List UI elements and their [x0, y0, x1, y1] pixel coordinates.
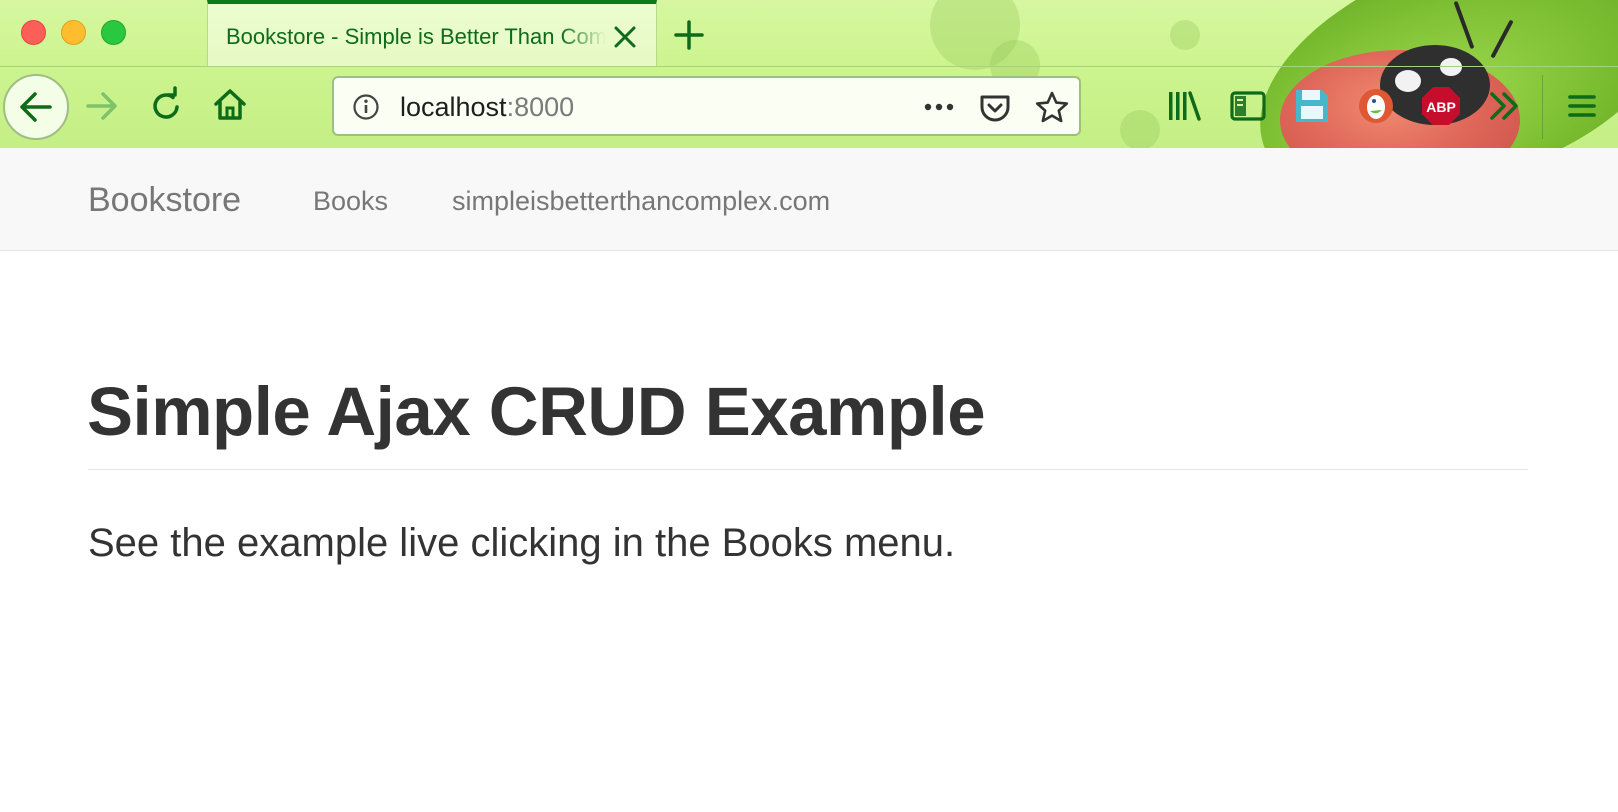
- page-title: Simple Ajax CRUD Example: [87, 373, 986, 450]
- save-icon[interactable]: [1292, 86, 1332, 126]
- tab-active[interactable]: Bookstore - Simple is Better Than Comple…: [207, 0, 657, 66]
- url-port: :8000: [506, 92, 575, 122]
- url-text[interactable]: localhost:8000: [400, 92, 574, 122]
- bookmark-star-icon[interactable]: [1034, 90, 1070, 126]
- toolbar-separator: [1542, 75, 1543, 139]
- nav-toolbar: localhost:8000 ABP: [0, 66, 1618, 148]
- library-icon[interactable]: [1164, 86, 1204, 126]
- menu-icon[interactable]: [1562, 86, 1602, 126]
- page-actions-icon[interactable]: [922, 94, 956, 120]
- new-tab-icon[interactable]: [672, 18, 706, 52]
- site-info-icon[interactable]: [352, 93, 380, 121]
- zoom-window-button[interactable]: [101, 20, 126, 45]
- theme-bubble: [1170, 20, 1200, 50]
- navbar-brand[interactable]: Bookstore: [88, 180, 241, 220]
- close-icon[interactable]: [612, 24, 638, 50]
- pocket-icon[interactable]: [978, 91, 1012, 125]
- minimize-window-button[interactable]: [61, 20, 86, 45]
- address-bar[interactable]: localhost:8000: [332, 76, 1081, 136]
- sidebar-icon[interactable]: [1228, 86, 1268, 126]
- close-window-button[interactable]: [21, 20, 46, 45]
- tab-title: Bookstore - Simple is Better Than Comple…: [226, 24, 606, 49]
- forward-arrow-icon[interactable]: [82, 86, 122, 126]
- back-arrow-icon[interactable]: [3, 74, 69, 140]
- nav-link-books[interactable]: Books: [313, 185, 388, 217]
- svg-text:ABP: ABP: [1426, 99, 1456, 115]
- reload-icon[interactable]: [146, 86, 186, 126]
- overflow-chevron-icon[interactable]: [1484, 86, 1524, 126]
- browser-chrome: Bookstore - Simple is Better Than Comple…: [0, 0, 1618, 148]
- home-icon[interactable]: [210, 85, 250, 125]
- lead-text: See the example live clicking in the Boo…: [88, 521, 956, 565]
- adblock-plus-icon[interactable]: ABP: [1420, 85, 1460, 125]
- site-navbar: Bookstore Books simpleisbetterthancomple…: [0, 148, 1618, 251]
- url-host: localhost: [400, 92, 507, 122]
- title-divider: [88, 469, 1528, 470]
- duckduckgo-icon[interactable]: [1356, 86, 1396, 126]
- nav-link-site[interactable]: simpleisbetterthancomplex.com: [452, 185, 830, 217]
